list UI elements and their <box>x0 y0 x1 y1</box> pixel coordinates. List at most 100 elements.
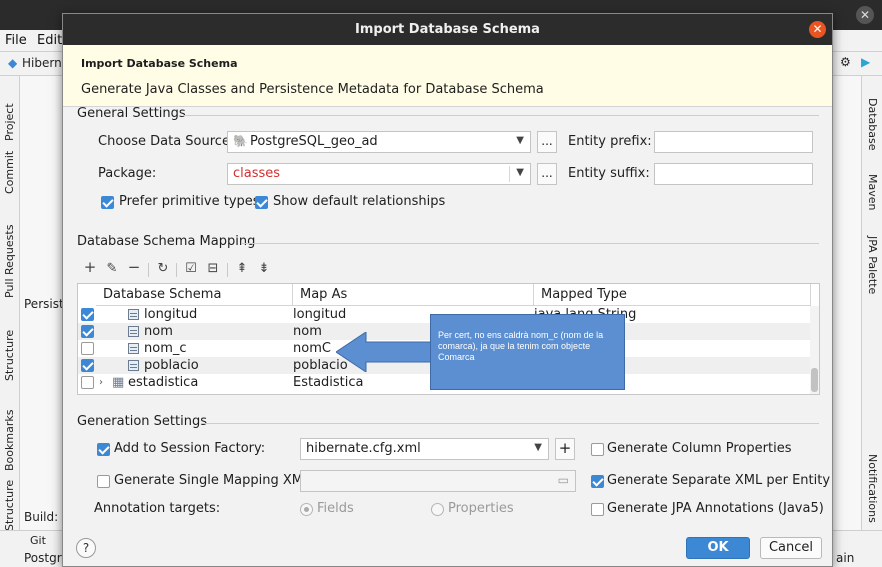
entity-prefix-label: Entity prefix: <box>568 134 652 149</box>
entity-suffix-input[interactable] <box>654 163 813 185</box>
column-icon <box>128 343 139 354</box>
refresh-icon[interactable]: ↻ <box>155 261 171 276</box>
expand-all-icon[interactable]: ⇞ <box>234 261 250 276</box>
right-panel <box>833 76 861 530</box>
row-map-as[interactable]: nom <box>293 323 322 340</box>
row-map-as[interactable]: nomC <box>293 340 331 357</box>
status-left: Postgr <box>24 551 62 565</box>
general-settings-title: General Settings <box>77 106 186 121</box>
row-schema: longitud <box>144 307 198 322</box>
data-source-combo[interactable]: 🐘 PostgreSQL_geo_ad ▼ <box>227 131 531 153</box>
folder-icon[interactable]: ▭ <box>558 473 569 487</box>
row-checkbox[interactable] <box>81 342 94 355</box>
section-divider <box>183 115 819 116</box>
entity-prefix-input[interactable] <box>654 131 813 153</box>
collapse-all-icon[interactable]: ⇟ <box>256 261 272 276</box>
package-combo[interactable]: classes ▼ <box>227 163 531 185</box>
help-button[interactable]: ? <box>76 538 96 558</box>
gen-jpa-checkbox[interactable] <box>591 503 604 516</box>
properties-radio[interactable] <box>431 503 444 516</box>
ok-button[interactable]: OK <box>686 537 750 559</box>
project-name[interactable]: Hibern <box>22 56 62 70</box>
row-schema: nom_c <box>144 341 187 356</box>
tab-pull-requests[interactable]: Pull Requests <box>3 225 16 298</box>
tab-structure[interactable]: Structure <box>3 330 16 381</box>
edit-icon[interactable]: ✎ <box>104 261 120 276</box>
menu-edit[interactable]: Edit <box>37 33 62 48</box>
dialog-title: Import Database Schema <box>355 22 540 37</box>
header-subtitle: Generate Java Classes and Persistence Me… <box>81 82 544 97</box>
tab-structure-2[interactable]: Structure <box>3 480 16 531</box>
callout-arrow-icon <box>336 332 432 372</box>
show-default-rel-checkbox[interactable] <box>255 196 268 209</box>
row-checkbox[interactable] <box>81 325 94 338</box>
generation-settings-title: Generation Settings <box>77 414 207 429</box>
gen-column-props-checkbox[interactable] <box>591 443 604 456</box>
cancel-button[interactable]: Cancel <box>760 537 822 559</box>
table-scrollbar[interactable] <box>810 306 819 394</box>
col-header-schema[interactable]: Database Schema <box>96 284 293 306</box>
fields-label: Fields <box>317 501 354 516</box>
single-mapping-input[interactable]: ▭ <box>300 470 576 492</box>
ide-close-icon[interactable]: ✕ <box>856 6 874 24</box>
add-config-button[interactable]: + <box>555 438 575 460</box>
tab-notifications[interactable]: Notifications <box>866 454 879 523</box>
column-icon <box>128 309 139 320</box>
plugin-icon[interactable]: ▶ <box>861 55 870 69</box>
data-source-value: PostgreSQL_geo_ad <box>250 134 378 149</box>
session-factory-value: hibernate.cfg.xml <box>306 441 421 456</box>
tab-bookmarks[interactable]: Bookmarks <box>3 410 16 471</box>
section-divider <box>201 423 819 424</box>
header-title: Import Database Schema <box>81 57 238 70</box>
chevron-down-icon: ▼ <box>516 167 524 178</box>
tab-commit[interactable]: Commit <box>3 151 16 194</box>
row-checkbox[interactable] <box>81 376 94 389</box>
gen-separate-xml-label: Generate Separate XML per Entity <box>607 473 831 488</box>
session-factory-combo[interactable]: hibernate.cfg.xml ▼ <box>300 438 549 460</box>
chevron-right-icon[interactable]: › <box>99 374 103 391</box>
add-icon[interactable]: + <box>82 258 98 276</box>
project-icon: ◆ <box>8 56 18 70</box>
settings-icon[interactable]: ⚙ <box>840 55 851 69</box>
row-checkbox[interactable] <box>81 359 94 372</box>
row-checkbox[interactable] <box>81 308 94 321</box>
scrollbar-thumb[interactable] <box>811 368 818 392</box>
tab-project[interactable]: Project <box>3 103 16 141</box>
data-source-label: Choose Data Source: <box>98 134 235 149</box>
persist-label: Persist <box>24 297 64 311</box>
toolbar-separator <box>227 263 228 277</box>
tab-maven[interactable]: Maven <box>866 174 879 210</box>
package-browse-button[interactable]: ... <box>537 163 557 185</box>
single-mapping-checkbox[interactable] <box>97 475 110 488</box>
add-session-label: Add to Session Factory: <box>114 441 266 456</box>
data-source-browse-button[interactable]: ... <box>537 131 557 153</box>
column-icon <box>128 360 139 371</box>
col-header-map-as[interactable]: Map As <box>293 284 534 306</box>
prefer-primitive-checkbox[interactable] <box>101 196 114 209</box>
fields-radio[interactable] <box>300 503 313 516</box>
git-tab[interactable]: Git <box>30 534 46 547</box>
menu-file[interactable]: File <box>5 33 27 48</box>
tab-jpa-palette[interactable]: JPA Palette <box>866 236 879 294</box>
remove-icon[interactable]: − <box>126 258 142 276</box>
row-schema: nom <box>144 324 173 339</box>
add-session-checkbox[interactable] <box>97 443 110 456</box>
row-schema: poblacio <box>144 358 199 373</box>
tab-database[interactable]: Database <box>866 98 879 151</box>
gen-separate-xml-checkbox[interactable] <box>591 475 604 488</box>
dialog-close-icon[interactable]: ✕ <box>809 21 826 38</box>
entity-suffix-label: Entity suffix: <box>568 166 650 181</box>
project-panel: Persist Build: <box>20 76 64 530</box>
row-map-as[interactable]: longitud <box>293 306 346 323</box>
check-all-icon[interactable]: ☑ <box>183 261 199 276</box>
chevron-down-icon: ▼ <box>534 442 542 453</box>
uncheck-all-icon[interactable]: ⊟ <box>205 261 221 276</box>
status-right: ain <box>836 551 855 565</box>
dialog-header: Import Database Schema Generate Java Cla… <box>63 45 832 107</box>
mapping-section-title: Database Schema Mapping <box>77 234 256 249</box>
annotation-callout: Per cert, no ens caldrà nom_c (nom de la… <box>430 314 625 390</box>
gen-jpa-label: Generate JPA Annotations (Java5) <box>607 501 824 516</box>
row-schema: estadistica <box>128 375 199 390</box>
row-map-as[interactable]: Estadistica <box>293 374 364 391</box>
col-header-mapped-type[interactable]: Mapped Type <box>534 284 811 306</box>
